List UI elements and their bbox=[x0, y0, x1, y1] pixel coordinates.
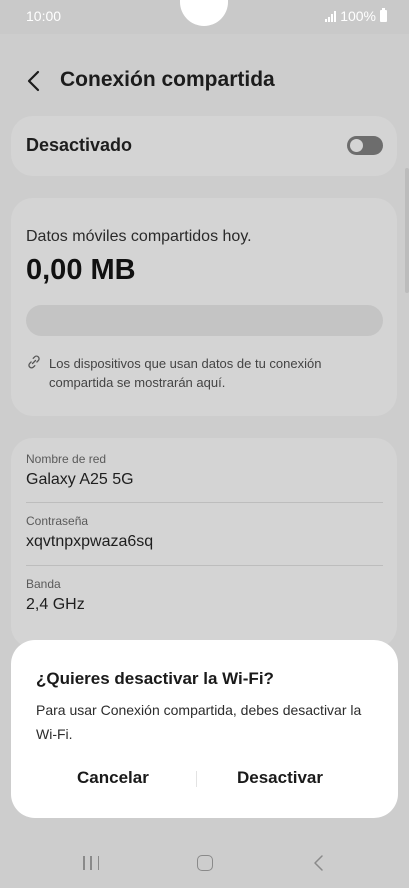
camera-notch bbox=[180, 0, 228, 26]
usage-label: Datos móviles compartidos hoy. bbox=[26, 228, 252, 245]
band-value: 2,4 GHz bbox=[26, 596, 85, 613]
page-title: Conexión compartida bbox=[60, 68, 275, 91]
usage-note: Los dispositivos que usan datos de tu co… bbox=[49, 356, 322, 390]
dialog-message: Para usar Conexión compartida, debes des… bbox=[36, 702, 362, 742]
password-row[interactable]: Contraseña xqvtnpxpwaza6sq bbox=[26, 514, 383, 551]
network-settings-card: Nombre de red Galaxy A25 5G Contraseña x… bbox=[11, 438, 397, 648]
nav-back-icon[interactable] bbox=[312, 854, 326, 872]
status-bar: 10:00 100% bbox=[0, 0, 409, 34]
battery-percent: 100% bbox=[340, 8, 376, 24]
recents-icon[interactable] bbox=[83, 856, 99, 870]
network-name-value: Galaxy A25 5G bbox=[26, 471, 134, 488]
link-icon bbox=[28, 355, 40, 369]
dialog-title: ¿Quieres desactivar la Wi-Fi? bbox=[36, 669, 274, 688]
home-icon[interactable] bbox=[197, 855, 213, 871]
battery-icon bbox=[380, 8, 387, 22]
band-row[interactable]: Banda 2,4 GHz bbox=[26, 577, 383, 614]
hotspot-switch[interactable] bbox=[347, 136, 383, 155]
status-indicators: 100% bbox=[325, 8, 387, 24]
password-value: xqvtnpxpwaza6sq bbox=[26, 533, 154, 550]
cancel-button[interactable]: Cancelar bbox=[77, 768, 149, 788]
network-name-row[interactable]: Nombre de red Galaxy A25 5G bbox=[26, 452, 383, 489]
disable-wifi-dialog: ¿Quieres desactivar la Wi-Fi? Para usar … bbox=[11, 640, 398, 818]
divider bbox=[26, 565, 383, 566]
header: Conexión compartida bbox=[0, 56, 409, 106]
hotspot-toggle-label: Desactivado bbox=[26, 135, 133, 155]
usage-value: 0,00 MB bbox=[26, 254, 136, 286]
usage-progress-bar bbox=[26, 305, 383, 336]
disable-button[interactable]: Desactivar bbox=[237, 768, 323, 788]
switch-knob bbox=[350, 139, 363, 152]
button-separator bbox=[196, 771, 197, 787]
divider bbox=[26, 502, 383, 503]
band-label: Banda bbox=[26, 577, 61, 591]
signal-icon bbox=[325, 10, 337, 22]
hotspot-toggle-row[interactable]: Desactivado bbox=[11, 116, 397, 176]
back-arrow-icon[interactable] bbox=[24, 69, 44, 93]
status-time: 10:00 bbox=[26, 8, 62, 24]
navigation-bar bbox=[0, 838, 409, 888]
network-name-label: Nombre de red bbox=[26, 452, 107, 466]
password-label: Contraseña bbox=[26, 514, 89, 528]
scrollbar[interactable] bbox=[405, 168, 409, 293]
screen: 10:00 100% Conexión compartida Desactiva… bbox=[0, 0, 409, 888]
data-usage-card: Datos móviles compartidos hoy. 0,00 MB L… bbox=[11, 198, 397, 416]
